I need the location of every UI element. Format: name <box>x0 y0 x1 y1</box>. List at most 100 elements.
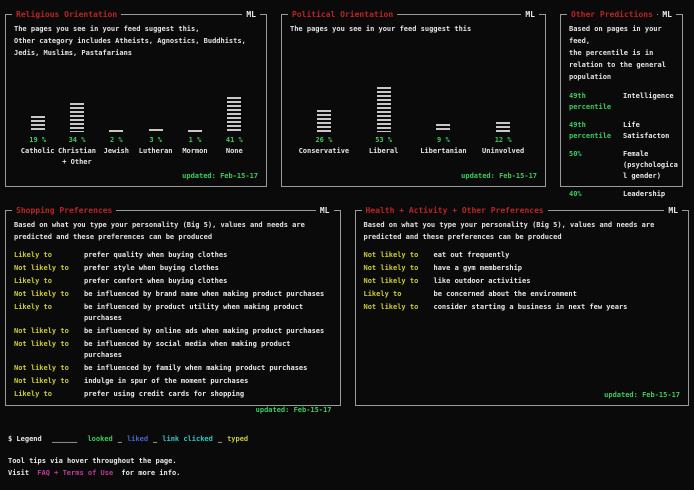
bar-column-lutheran[interactable]: 3 %Lutheran <box>136 129 175 168</box>
updated-timestamp: updated: Feb-15-17 <box>14 168 258 182</box>
preference-row: Likely tobe concerned about the environm… <box>364 289 681 300</box>
bar[interactable] <box>109 130 123 132</box>
panel-shopping-preferences: Shopping Preferences ML Based on what yo… <box>5 210 341 406</box>
preference-text: prefer quality when buying clothes <box>84 250 227 261</box>
bar-column-libertanian[interactable]: 9 %Libertanian <box>414 124 474 168</box>
bar-column-mormon[interactable]: 1 %Mormon <box>175 130 214 168</box>
bar-value: 3 % <box>149 135 162 146</box>
panel-title: Political Orientation <box>288 9 397 20</box>
bar-value: 19 % <box>29 135 46 146</box>
panel-description: Based on what you type your personality … <box>14 219 332 243</box>
preference-text: prefer style when buying clothes <box>84 263 219 274</box>
preference-row: Likely toprefer quality when buying clot… <box>14 250 332 261</box>
updated-timestamp: updated: Feb-15-17 <box>14 402 332 416</box>
prediction-value: 49th percentile <box>569 120 623 142</box>
likelihood-label: Not likely to <box>14 339 84 361</box>
prediction-value: 40% <box>569 189 623 200</box>
bar[interactable] <box>496 122 510 132</box>
panel-other-predictions: Other Predictions ML Based on pages in y… <box>560 14 683 187</box>
bar-column-liberal[interactable]: 53 %Liberal <box>354 87 414 168</box>
bar-category-label: Libertanian <box>414 146 474 168</box>
prediction-row: 49th percentileIntelligence <box>569 91 674 113</box>
legend-separator: _ <box>218 435 222 443</box>
likelihood-label: Not likely to <box>364 263 434 274</box>
tooltip-note: Tool tips via hover throughout the page. <box>8 455 694 467</box>
preference-row: Likely tobe influenced by product utilit… <box>14 302 332 324</box>
bar-value: 1 % <box>189 135 202 146</box>
bar[interactable] <box>149 129 163 132</box>
prediction-row: 40%Leadership <box>569 189 674 200</box>
preference-row: Not likely toindulge in spur of the mome… <box>14 376 332 387</box>
prediction-row: 50%Female (psychologica l gender) <box>569 149 674 182</box>
top-panel-row: Religious Orientation ML The pages you s… <box>5 14 689 187</box>
legend-separator: _ <box>118 435 122 443</box>
bar[interactable] <box>31 116 45 132</box>
legend-item-liked: liked <box>127 435 148 443</box>
panel-description: The pages you see in your feed suggest t… <box>290 23 537 35</box>
prediction-value: 50% <box>569 149 623 182</box>
preference-text: indulge in spur of the moment purchases <box>84 376 248 387</box>
bar[interactable] <box>436 124 450 132</box>
ml-badge[interactable]: ML <box>658 9 676 20</box>
preference-text: be concerned about the environment <box>434 289 577 300</box>
prediction-label: Life Satisfacton <box>623 120 669 142</box>
bar-value: 53 % <box>375 135 392 146</box>
bar-value: 34 % <box>69 135 86 146</box>
panel-description: Based on what you type your personality … <box>364 219 681 243</box>
preference-text: consider starting a business in next few… <box>434 302 628 313</box>
ml-badge[interactable]: ML <box>521 9 539 20</box>
preference-list: Likely toprefer quality when buying clot… <box>14 250 332 402</box>
bar-category-label: Liberal <box>354 146 414 168</box>
bar-column-uninvolved[interactable]: 12 %Uninvolved <box>473 122 533 168</box>
legend-items: looked_liked_link clicked_typed <box>87 435 248 443</box>
legend-prompt: $ Legend <box>8 435 42 443</box>
preference-row: Not likely tohave a gym membership <box>364 263 681 274</box>
prediction-label: Leadership <box>623 189 665 200</box>
bar[interactable] <box>70 103 84 132</box>
likelihood-label: Likely to <box>364 289 434 300</box>
preference-text: prefer using credit cards for shopping <box>84 389 244 400</box>
preference-text: be influenced by family when making prod… <box>84 363 307 374</box>
legend-leader: ______ <box>52 435 77 443</box>
likelihood-label: Likely to <box>14 276 84 287</box>
bar[interactable] <box>188 130 202 132</box>
preference-text: be influenced by brand name when making … <box>84 289 324 300</box>
preference-text: be influenced by product utility when ma… <box>84 302 332 324</box>
ml-badge[interactable]: ML <box>664 205 682 216</box>
bar-column-conservative[interactable]: 26 %Conservative <box>294 110 354 168</box>
likelihood-label: Not likely to <box>364 276 434 287</box>
ml-badge[interactable]: ML <box>242 9 260 20</box>
visit-line: Visit FAQ + Terms of Use for more info. <box>8 467 694 479</box>
ml-badge[interactable]: ML <box>316 205 334 216</box>
likelihood-label: Likely to <box>14 302 84 324</box>
prediction-label: Female (psychologica l gender) <box>623 149 678 182</box>
bar-column-christian-other[interactable]: 34 %Christian + Other <box>57 103 96 168</box>
prediction-value: 49th percentile <box>569 91 623 113</box>
bar[interactable] <box>317 110 331 132</box>
preference-text: like outdoor activities <box>434 276 531 287</box>
likelihood-label: Likely to <box>14 389 84 400</box>
data-selfie-dashboard: { "colors": { "panel_title_red": "#bb242… <box>0 14 694 490</box>
likelihood-label: Not likely to <box>364 302 434 313</box>
bar-column-jewish[interactable]: 2 %Jewish <box>97 130 136 168</box>
likelihood-label: Likely to <box>14 250 84 261</box>
bar[interactable] <box>227 97 241 132</box>
bar-category-label: Catholic <box>18 146 57 168</box>
preference-row: Likely toprefer using credit cards for s… <box>14 389 332 400</box>
bottom-panel-row: Shopping Preferences ML Based on what yo… <box>5 210 689 406</box>
updated-timestamp: updated: Feb-15-17 <box>290 168 537 182</box>
panel-description: Based on pages in your feed, the percent… <box>569 23 674 83</box>
bar-column-none[interactable]: 41 %None <box>215 97 254 168</box>
legend-item-typed: typed <box>227 435 248 443</box>
prediction-label: Intelligence <box>623 91 674 113</box>
religious-bar-chart: 19 %Catholic34 %Christian + Other2 %Jewi… <box>14 59 258 168</box>
likelihood-label: Not likely to <box>14 363 84 374</box>
preference-row: Not likely tobe influenced by online ads… <box>14 326 332 337</box>
updated-timestamp: updated: Feb-15-17 <box>364 387 681 401</box>
bar-column-catholic[interactable]: 19 %Catholic <box>18 116 57 168</box>
bar[interactable] <box>377 87 391 132</box>
bar-category-label: Christian + Other <box>57 146 96 168</box>
preference-row: Not likely toconsider starting a busines… <box>364 302 681 313</box>
panel-title: Shopping Preferences <box>12 205 116 216</box>
preference-list: Not likely toeat out frequentlyNot likel… <box>364 250 681 315</box>
